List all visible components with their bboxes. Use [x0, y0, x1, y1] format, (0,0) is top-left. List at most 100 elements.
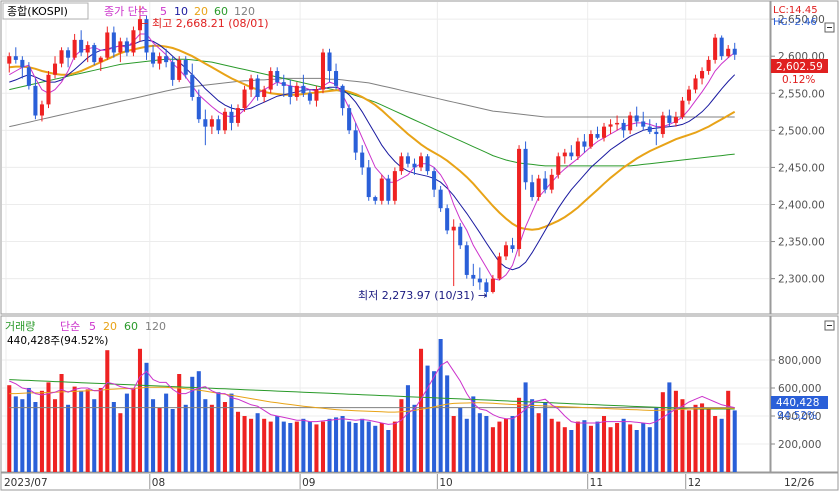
- symbol-title[interactable]: 종합(KOSPI): [7, 5, 68, 18]
- volume-bar: [360, 418, 365, 472]
- price-tick-label: 2,350.00: [778, 237, 825, 249]
- candle-body: [575, 141, 580, 157]
- volume-bar: [425, 365, 430, 472]
- candle-body: [425, 156, 430, 172]
- volume-bar: [235, 411, 241, 472]
- candle-body: [275, 71, 280, 83]
- volume-bar: [484, 416, 489, 472]
- volume-bar: [137, 348, 143, 472]
- candle-body: [288, 85, 293, 97]
- volume-bar: [118, 413, 123, 472]
- volume-bar: [105, 350, 110, 472]
- candle-body: [203, 119, 208, 127]
- low-arrow-icon: →: [478, 289, 487, 302]
- candle-body: [621, 122, 626, 131]
- volume-bar: [124, 393, 129, 472]
- volume-bar: [706, 407, 711, 472]
- candle-body: [601, 126, 607, 138]
- candle-body: [608, 124, 613, 127]
- candle-body: [249, 78, 254, 90]
- volume-readout: 440,428주(94.52%): [7, 335, 108, 347]
- candle-body: [183, 59, 188, 75]
- volume-bar: [151, 399, 156, 472]
- candle-body: [432, 171, 437, 190]
- candle-body: [373, 197, 378, 201]
- volume-bar: [20, 399, 25, 472]
- volume-bar: [157, 407, 162, 472]
- candle-body: [536, 178, 541, 198]
- volume-bar: [432, 371, 437, 472]
- candle-body: [641, 121, 646, 127]
- candle-body: [445, 208, 450, 231]
- candle-body: [281, 82, 286, 86]
- candle-body: [235, 108, 241, 123]
- volume-bar: [464, 418, 469, 472]
- candle-body: [471, 274, 476, 279]
- volume-bar: [177, 374, 182, 472]
- volume-bar: [608, 427, 613, 472]
- candle-body: [438, 189, 443, 209]
- candle-body: [26, 67, 31, 86]
- volume-bar: [634, 430, 639, 472]
- volume-legend-label: 단순: [60, 320, 80, 333]
- candle-body: [418, 156, 424, 168]
- candle-body: [615, 122, 620, 125]
- volume-bar: [347, 421, 352, 472]
- volume-bar: [405, 385, 410, 472]
- high-arrow-icon: ←: [139, 17, 148, 30]
- volume-bar: [549, 418, 554, 472]
- volume-bar: [582, 420, 587, 472]
- vol-legend-ma5: 5: [89, 320, 96, 333]
- volume-bar: [615, 423, 620, 472]
- candle-body: [13, 56, 18, 60]
- date-tick-label: 12: [688, 477, 701, 489]
- last-volume-value: 440,428: [776, 397, 819, 409]
- volume-bar: [111, 402, 116, 472]
- candle-body: [294, 85, 299, 97]
- date-axis: [0, 472, 839, 491]
- chart-canvas: 2,650.002,600.002,550.002,500.002,450.00…: [0, 0, 839, 491]
- volume-bar: [700, 403, 705, 472]
- volume-bar: [209, 404, 214, 472]
- volume-bar: [686, 410, 692, 472]
- volume-tick-label: 200,000: [778, 439, 821, 451]
- candle-body: [477, 278, 482, 283]
- volume-bar: [249, 418, 254, 472]
- volume-bar: [601, 416, 607, 472]
- candle-body: [667, 115, 672, 123]
- volume-bar: [46, 382, 51, 472]
- price-panel[interactable]: [0, 0, 771, 315]
- volume-bar: [229, 393, 234, 472]
- candle-body: [334, 71, 339, 86]
- volume-bar: [562, 427, 567, 472]
- volume-bar: [196, 371, 201, 472]
- vol-legend-ma20: 20: [103, 320, 117, 333]
- volume-bar: [647, 427, 652, 472]
- candle-body: [39, 104, 44, 116]
- volume-bar: [203, 399, 208, 472]
- volume-bar: [334, 417, 339, 472]
- candle-body: [530, 182, 535, 198]
- candle-body: [732, 48, 737, 55]
- candle-body: [196, 96, 201, 120]
- candle-body: [164, 56, 169, 63]
- volume-bar: [523, 382, 528, 472]
- volume-bar: [275, 416, 280, 472]
- volume-bar: [366, 421, 371, 472]
- volume-bar: [170, 409, 175, 472]
- lc-value: LC:14.45: [773, 5, 818, 16]
- candle-body: [647, 126, 652, 132]
- candle-body: [588, 134, 593, 147]
- candle-body: [170, 62, 175, 80]
- volume-bar: [517, 397, 522, 472]
- volume-bar: [510, 416, 515, 472]
- change-pct: 0.12%: [782, 74, 815, 86]
- volume-bar: [307, 421, 312, 472]
- volume-bar: [680, 399, 685, 472]
- candle-body: [405, 156, 410, 164]
- candle-body: [118, 41, 123, 53]
- candle-body: [660, 115, 665, 135]
- candle-body: [177, 59, 182, 80]
- price-tick-label: 2,500.00: [778, 125, 825, 137]
- volume-bar: [726, 390, 731, 472]
